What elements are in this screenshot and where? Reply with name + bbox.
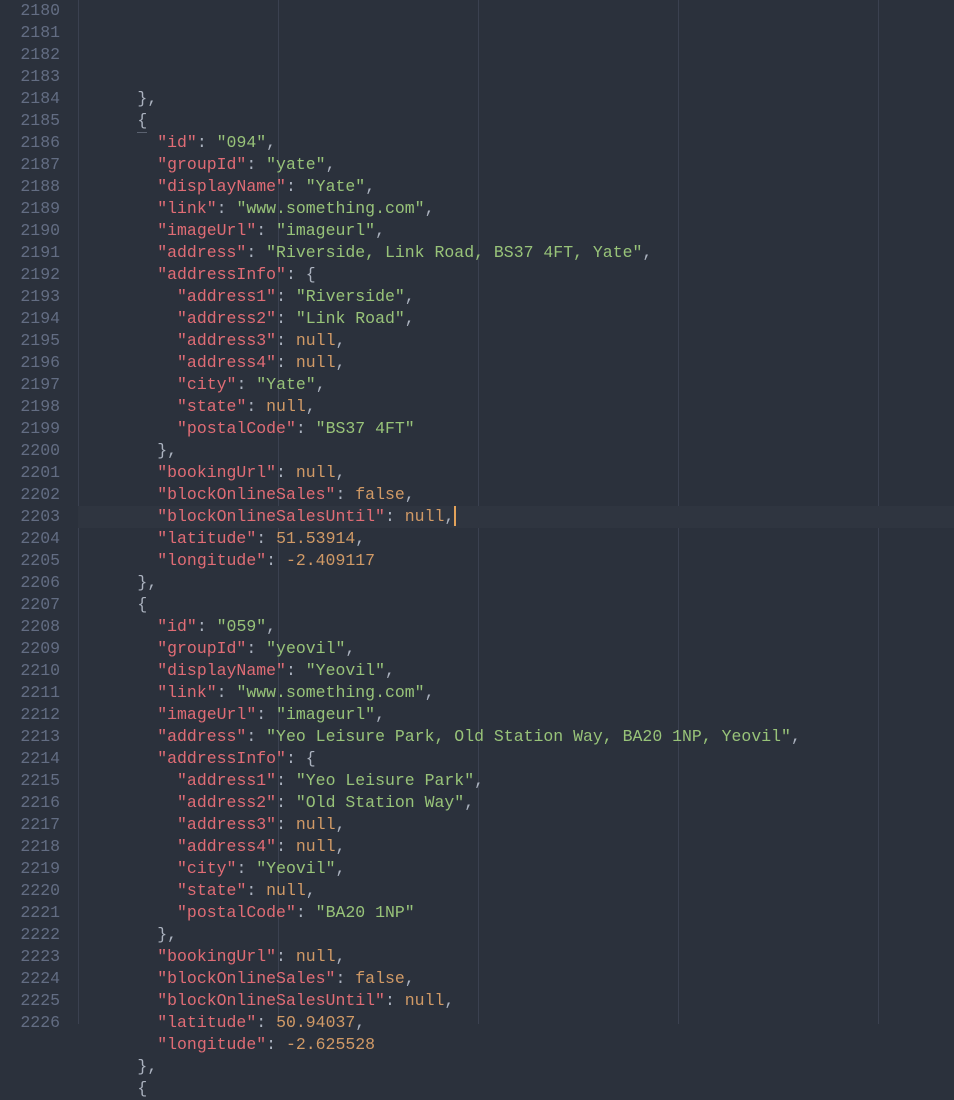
line-number: 2220 [0, 880, 60, 902]
code-line[interactable] [78, 66, 954, 88]
line-number: 2217 [0, 814, 60, 836]
line-number: 2205 [0, 550, 60, 572]
code-line[interactable]: "bookingUrl": null, [78, 946, 954, 968]
code-line[interactable]: "state": null, [78, 880, 954, 902]
code-line[interactable]: "city": "Yate", [78, 374, 954, 396]
code-line[interactable]: "blockOnlineSalesUntil": null, [78, 990, 954, 1012]
line-number: 2214 [0, 748, 60, 770]
line-number: 2192 [0, 264, 60, 286]
code-line[interactable]: "address2": "Old Station Way", [78, 792, 954, 814]
line-number: 2199 [0, 418, 60, 440]
line-number: 2215 [0, 770, 60, 792]
code-line[interactable]: { [78, 1078, 954, 1100]
line-number: 2180 [0, 0, 60, 22]
code-line[interactable]: "longitude": -2.625528 [78, 1034, 954, 1056]
code-line[interactable]: "displayName": "Yeovil", [78, 660, 954, 682]
line-number-gutter: 2180218121822183218421852186218721882189… [0, 0, 78, 1024]
code-line[interactable]: "groupId": "yeovil", [78, 638, 954, 660]
code-line[interactable]: "latitude": 51.53914, [78, 528, 954, 550]
code-line[interactable]: "link": "www.something.com", [78, 198, 954, 220]
code-line[interactable]: { [78, 110, 954, 132]
line-number: 2204 [0, 528, 60, 550]
line-number: 2196 [0, 352, 60, 374]
line-number: 2200 [0, 440, 60, 462]
code-line[interactable]: { [78, 594, 954, 616]
line-number: 2225 [0, 990, 60, 1012]
code-line[interactable]: }, [78, 1056, 954, 1078]
line-number: 2213 [0, 726, 60, 748]
line-number: 2209 [0, 638, 60, 660]
line-number: 2218 [0, 836, 60, 858]
line-number: 2222 [0, 924, 60, 946]
line-number: 2181 [0, 22, 60, 44]
code-line[interactable]: "state": null, [78, 396, 954, 418]
line-number: 2216 [0, 792, 60, 814]
line-number: 2212 [0, 704, 60, 726]
line-number: 2208 [0, 616, 60, 638]
code-line[interactable]: "bookingUrl": null, [78, 462, 954, 484]
code-line[interactable]: "blockOnlineSales": false, [78, 484, 954, 506]
line-number: 2211 [0, 682, 60, 704]
code-line[interactable]: "imageUrl": "imageurl", [78, 704, 954, 726]
code-line[interactable]: "blockOnlineSales": false, [78, 968, 954, 990]
line-number: 2186 [0, 132, 60, 154]
code-line[interactable]: "address": "Yeo Leisure Park, Old Statio… [78, 726, 954, 748]
line-number: 2203 [0, 506, 60, 528]
code-area[interactable]: }, { "id": "094", "groupId": "yate", "di… [78, 0, 954, 1024]
line-number: 2223 [0, 946, 60, 968]
line-number: 2207 [0, 594, 60, 616]
code-line[interactable]: "id": "094", [78, 132, 954, 154]
code-line[interactable]: "address4": null, [78, 836, 954, 858]
line-number: 2210 [0, 660, 60, 682]
line-number: 2194 [0, 308, 60, 330]
code-line[interactable]: "blockOnlineSalesUntil": null, [78, 506, 954, 528]
code-line[interactable]: }, [78, 924, 954, 946]
line-number: 2201 [0, 462, 60, 484]
line-number: 2190 [0, 220, 60, 242]
text-cursor [454, 506, 456, 526]
line-number: 2193 [0, 286, 60, 308]
line-number: 2182 [0, 44, 60, 66]
line-number: 2188 [0, 176, 60, 198]
line-number: 2221 [0, 902, 60, 924]
line-number: 2226 [0, 1012, 60, 1034]
line-number: 2189 [0, 198, 60, 220]
code-line[interactable]: "address3": null, [78, 330, 954, 352]
code-editor[interactable]: 2180218121822183218421852186218721882189… [0, 0, 954, 1024]
line-number: 2206 [0, 572, 60, 594]
code-line[interactable]: "addressInfo": { [78, 748, 954, 770]
code-line[interactable]: "addressInfo": { [78, 264, 954, 286]
line-number: 2191 [0, 242, 60, 264]
code-line[interactable]: "address1": "Yeo Leisure Park", [78, 770, 954, 792]
code-line[interactable]: "address3": null, [78, 814, 954, 836]
line-number: 2184 [0, 88, 60, 110]
line-number: 2224 [0, 968, 60, 990]
code-line[interactable]: }, [78, 440, 954, 462]
code-line[interactable]: "displayName": "Yate", [78, 176, 954, 198]
code-line[interactable]: "groupId": "yate", [78, 154, 954, 176]
line-number: 2198 [0, 396, 60, 418]
line-number: 2195 [0, 330, 60, 352]
code-line[interactable]: "postalCode": "BS37 4FT" [78, 418, 954, 440]
code-line[interactable]: "latitude": 50.94037, [78, 1012, 954, 1034]
code-line[interactable]: "postalCode": "BA20 1NP" [78, 902, 954, 924]
code-line[interactable]: "address1": "Riverside", [78, 286, 954, 308]
code-line[interactable]: "address2": "Link Road", [78, 308, 954, 330]
line-number: 2187 [0, 154, 60, 176]
line-number: 2183 [0, 66, 60, 88]
code-line[interactable]: "imageUrl": "imageurl", [78, 220, 954, 242]
code-line[interactable]: "address4": null, [78, 352, 954, 374]
code-line[interactable]: }, [78, 572, 954, 594]
code-line[interactable]: "id": "059", [78, 616, 954, 638]
line-number: 2197 [0, 374, 60, 396]
line-number: 2202 [0, 484, 60, 506]
code-line[interactable]: }, [78, 88, 954, 110]
code-line[interactable]: "city": "Yeovil", [78, 858, 954, 880]
code-line[interactable]: "address": "Riverside, Link Road, BS37 4… [78, 242, 954, 264]
code-line[interactable]: "link": "www.something.com", [78, 682, 954, 704]
line-number: 2219 [0, 858, 60, 880]
line-number: 2185 [0, 110, 60, 132]
code-line[interactable]: "longitude": -2.409117 [78, 550, 954, 572]
